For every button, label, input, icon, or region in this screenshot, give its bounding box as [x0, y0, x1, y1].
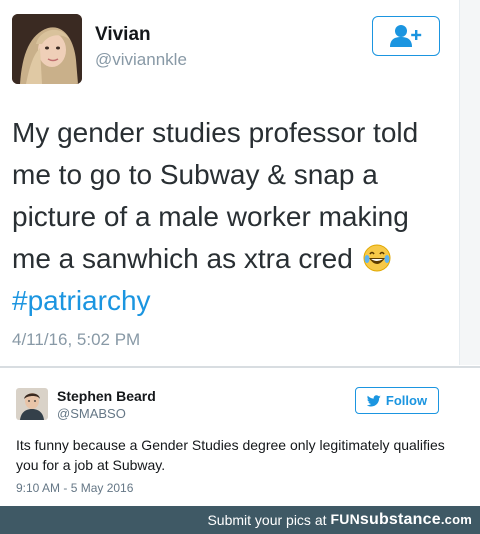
footer-brand-suffix: .com	[440, 512, 472, 527]
add-user-icon	[390, 25, 422, 47]
original-tweet-card: Vivian @viviannkle My gender studies pro…	[0, 0, 462, 365]
watermark-footer: Submit your pics at FUNsubstance.com	[0, 506, 480, 534]
footer-brand-substance: substance	[359, 511, 441, 528]
footer-brand[interactable]: FUNsubstance.com	[331, 511, 472, 529]
tweet-text-line-with-emoji: me a sanwhich as xtra cred	[12, 238, 452, 280]
tweet-timestamp[interactable]: 4/11/16, 5:02 PM	[12, 330, 140, 350]
author-handle[interactable]: @viviannkle	[95, 50, 187, 70]
page-edge	[459, 0, 480, 365]
reply-tweet-card: Stephen Beard @SMABSO Follow Its funny b…	[0, 368, 480, 504]
author-handle[interactable]: @SMABSO	[57, 406, 126, 421]
tweet-text-line: me a sanwhich as xtra cred	[12, 243, 353, 274]
avatar[interactable]	[16, 388, 48, 420]
follow-button[interactable]	[372, 16, 440, 56]
bird-icon	[366, 394, 381, 406]
reply-text: Its funny because a Gender Studies degre…	[16, 437, 445, 473]
follow-label: Follow	[385, 393, 428, 408]
tweet-text: My gender studies professor told me to g…	[12, 112, 452, 322]
follow-button[interactable]: Follow	[355, 387, 439, 414]
hashtag-link[interactable]: #patriarchy	[12, 285, 151, 316]
author-name[interactable]: Vivian	[95, 24, 151, 46]
footer-prefix: Submit your pics at	[207, 512, 327, 528]
tweet-text-line: picture of a male worker making	[12, 201, 409, 232]
laughing-crying-emoji-icon	[363, 242, 391, 272]
avatar[interactable]	[12, 14, 82, 84]
author-name[interactable]: Stephen Beard	[57, 388, 156, 404]
footer-brand-fun: FUN	[330, 511, 360, 527]
tweet-text-line: me to go to Subway & snap a	[12, 159, 378, 190]
reply-timestamp[interactable]: 9:10 AM - 5 May 2016	[16, 481, 133, 495]
tweet-text-line: My gender studies professor told	[12, 117, 419, 148]
